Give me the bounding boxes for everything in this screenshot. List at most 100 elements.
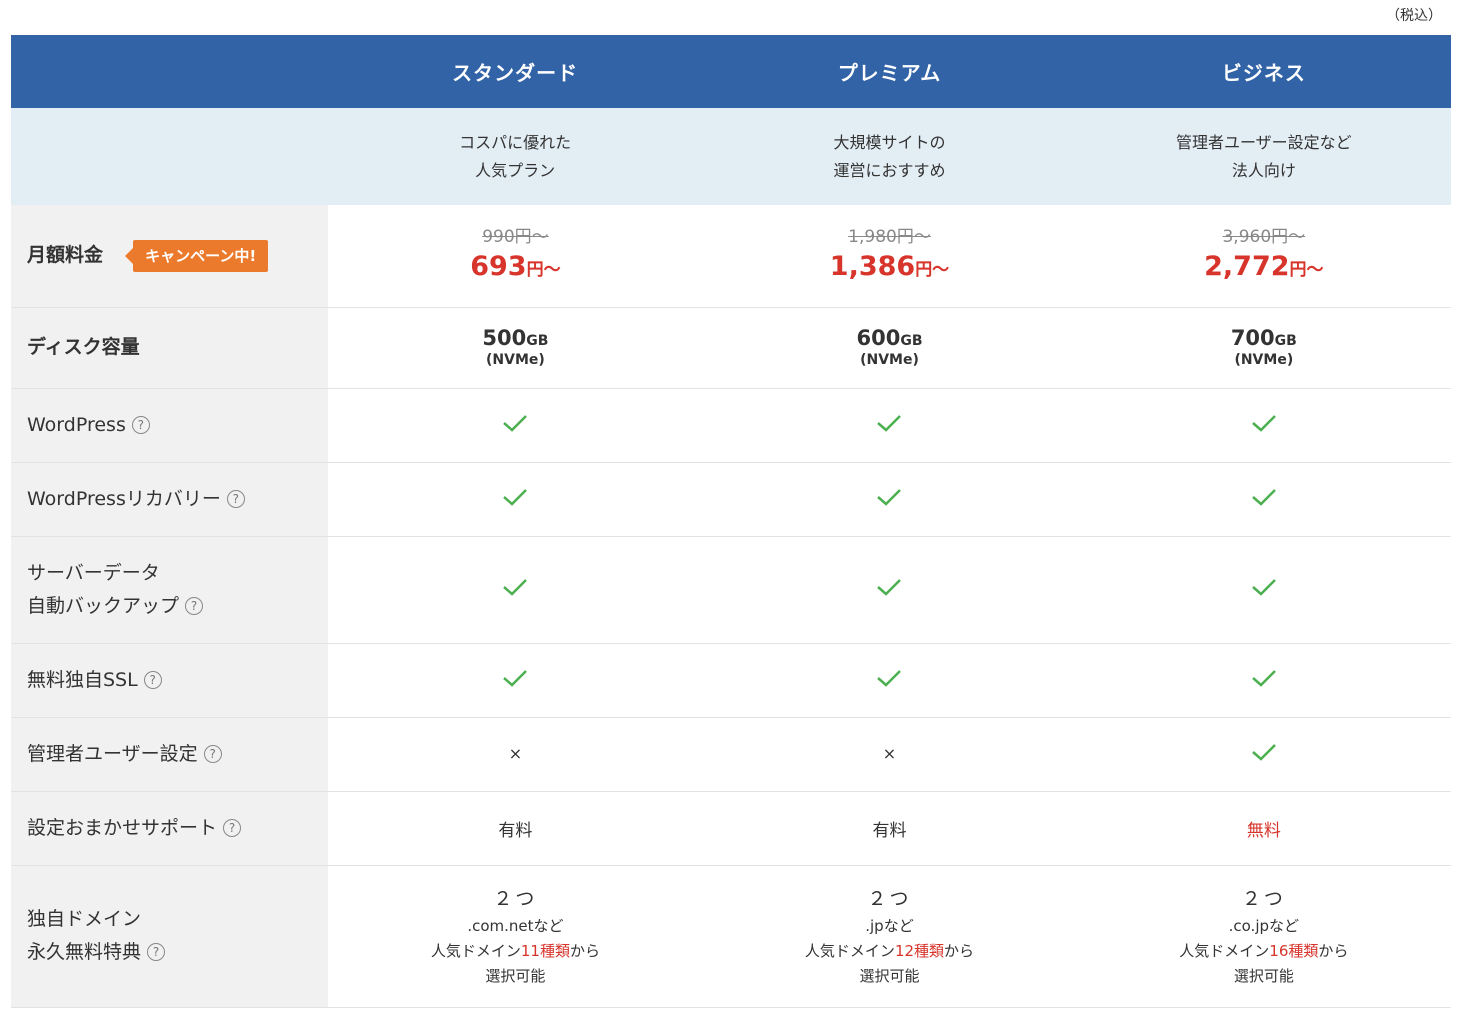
domain-types-pre: 人気ドメイン xyxy=(804,941,895,960)
disk-label: ディスク容量 xyxy=(27,336,140,358)
price-cell-standard: 990円〜 693円〜 xyxy=(328,205,703,308)
support-cell-standard: 有料 xyxy=(328,791,703,866)
domain-types: 人気ドメイン16種類から xyxy=(1077,939,1451,964)
domain-row-label: 独自ドメイン 永久無料特典? xyxy=(11,865,329,1008)
check-icon xyxy=(503,579,528,596)
check-icon xyxy=(1252,579,1276,596)
plan-desc-standard: コスパに優れた 人気プラン xyxy=(328,108,703,205)
disk-unit: GB xyxy=(1274,332,1297,349)
backup-label-line1: サーバーデータ xyxy=(27,561,160,584)
check-icon xyxy=(503,669,528,687)
price-unit: 円〜 xyxy=(915,260,950,281)
ssl-row-label: 無料独自SSL? xyxy=(11,643,329,718)
disk-cell-premium: 600GB (NVMe) xyxy=(702,307,1077,389)
wordpress-label: WordPress xyxy=(27,413,126,436)
help-icon[interactable]: ? xyxy=(147,943,166,961)
domain-types-post: から xyxy=(569,941,600,960)
domain-count: ２つ xyxy=(493,887,538,910)
support-cell-premium: 有料 xyxy=(702,791,1077,866)
admin-user-row: 管理者ユーザー設定? × × xyxy=(11,717,1451,792)
help-icon[interactable]: ? xyxy=(143,670,162,689)
plan-desc-line: 法人向け xyxy=(1231,160,1296,180)
domain-example: .co.jpなど xyxy=(1228,916,1300,935)
domain-cell-premium: ２つ .jpなど 人気ドメイン12種類から 選択可能 xyxy=(702,865,1077,1008)
wordpress-cell-standard xyxy=(328,388,703,463)
domain-types-post: から xyxy=(1318,941,1349,960)
plan-header-row: スタンダード プレミアム ビジネス xyxy=(11,35,1451,108)
price-number: 693 xyxy=(470,251,527,283)
plan-desc-premium: 大規模サイトの 運営におすすめ xyxy=(702,108,1077,205)
help-icon[interactable]: ? xyxy=(226,489,245,508)
domain-example: .com.netなど xyxy=(467,916,564,935)
wp-recovery-cell-business xyxy=(1076,462,1451,537)
wp-recovery-row: WordPressリカバリー? xyxy=(11,462,1451,537)
admin-user-cell-standard: × xyxy=(328,717,703,792)
check-icon xyxy=(877,669,902,687)
desc-empty-cell xyxy=(11,108,328,205)
domain-types: 人気ドメイン12種類から xyxy=(702,939,1076,964)
domain-count: ２つ xyxy=(1241,887,1286,910)
help-icon[interactable]: ? xyxy=(203,744,222,763)
domain-types-count: 12種類 xyxy=(894,941,945,960)
wp-recovery-label: WordPressリカバリー xyxy=(27,487,221,510)
domain-selectable: 選択可能 xyxy=(859,966,920,985)
wordpress-cell-business xyxy=(1076,388,1451,463)
help-icon[interactable]: ? xyxy=(185,596,204,615)
admin-user-cell-premium: × xyxy=(702,717,1077,792)
wp-recovery-cell-premium xyxy=(702,462,1077,537)
price-unit: 円〜 xyxy=(1289,260,1324,281)
wordpress-row: WordPress? xyxy=(11,388,1451,463)
price-number: 2,772 xyxy=(1204,251,1290,283)
domain-row: 独自ドメイン 永久無料特典? ２つ .com.netなど 人気ドメイン11種類から… xyxy=(11,865,1451,1008)
domain-types-post: から xyxy=(944,941,975,960)
backup-label-line2-wrap: 自動バックアップ? xyxy=(27,590,328,623)
plan-desc-business: 管理者ユーザー設定など 法人向け xyxy=(1076,108,1451,205)
domain-count: ２つ xyxy=(867,887,912,910)
help-icon[interactable]: ? xyxy=(223,818,242,837)
backup-cell-standard xyxy=(328,536,703,644)
plan-comparison-table: スタンダード プレミアム ビジネス コスパに優れた 人気プラン 大規模サイトの … xyxy=(11,35,1451,1008)
old-price: 990円〜 xyxy=(482,227,549,248)
ssl-cell-business xyxy=(1076,643,1451,718)
domain-selectable: 選択可能 xyxy=(1233,966,1294,985)
domain-example: .jpなど xyxy=(865,916,914,935)
check-icon xyxy=(877,579,902,596)
campaign-price: 1,386円〜 xyxy=(702,250,1076,287)
support-value: 無料 xyxy=(1246,820,1281,841)
plan-name-business: ビジネス xyxy=(1076,35,1451,108)
price-unit: 円〜 xyxy=(526,260,561,281)
check-icon xyxy=(503,414,528,432)
domain-types-count: 11種類 xyxy=(520,941,570,960)
wp-recovery-cell-standard xyxy=(328,462,703,537)
domain-types-pre: 人気ドメイン xyxy=(1179,941,1270,960)
backup-cell-business xyxy=(1076,536,1451,644)
ssl-cell-standard xyxy=(328,643,703,718)
disk-type: (NVMe) xyxy=(486,351,545,368)
domain-cell-business: ２つ .co.jpなど 人気ドメイン16種類から 選択可能 xyxy=(1076,865,1451,1008)
disk-cell-standard: 500GB (NVMe) xyxy=(328,307,703,389)
check-icon xyxy=(503,488,528,506)
disk-cell-business: 700GB (NVMe) xyxy=(1076,307,1451,389)
campaign-price: 2,772円〜 xyxy=(1077,250,1451,287)
disk-number: 600 xyxy=(856,325,901,350)
check-icon xyxy=(1252,488,1276,506)
disk-unit: GB xyxy=(900,332,923,349)
domain-cell-standard: ２つ .com.netなど 人気ドメイン11種類から 選択可能 xyxy=(328,865,703,1008)
plan-desc-line: コスパに優れた xyxy=(459,132,572,152)
price-number: 1,386 xyxy=(829,251,916,283)
disk-number: 700 xyxy=(1230,325,1275,350)
campaign-badge: キャンペーン中! xyxy=(125,239,269,272)
wordpress-cell-premium xyxy=(702,388,1077,463)
plan-desc-line: 人気プラン xyxy=(475,160,556,180)
domain-types: 人気ドメイン11種類から xyxy=(329,939,703,964)
plan-desc-line: 管理者ユーザー設定など xyxy=(1175,132,1352,152)
old-price: 1,980円〜 xyxy=(848,227,931,248)
disk-type: (NVMe) xyxy=(1234,351,1294,368)
check-icon xyxy=(877,488,902,506)
help-icon[interactable]: ? xyxy=(131,415,150,434)
ssl-row: 無料独自SSL? xyxy=(11,643,1451,718)
price-cell-business: 3,960円〜 2,772円〜 xyxy=(1076,205,1451,308)
disk-number: 500 xyxy=(482,325,527,350)
header-empty-cell xyxy=(11,35,328,108)
domain-label-line1: 独自ドメイン xyxy=(27,908,142,930)
